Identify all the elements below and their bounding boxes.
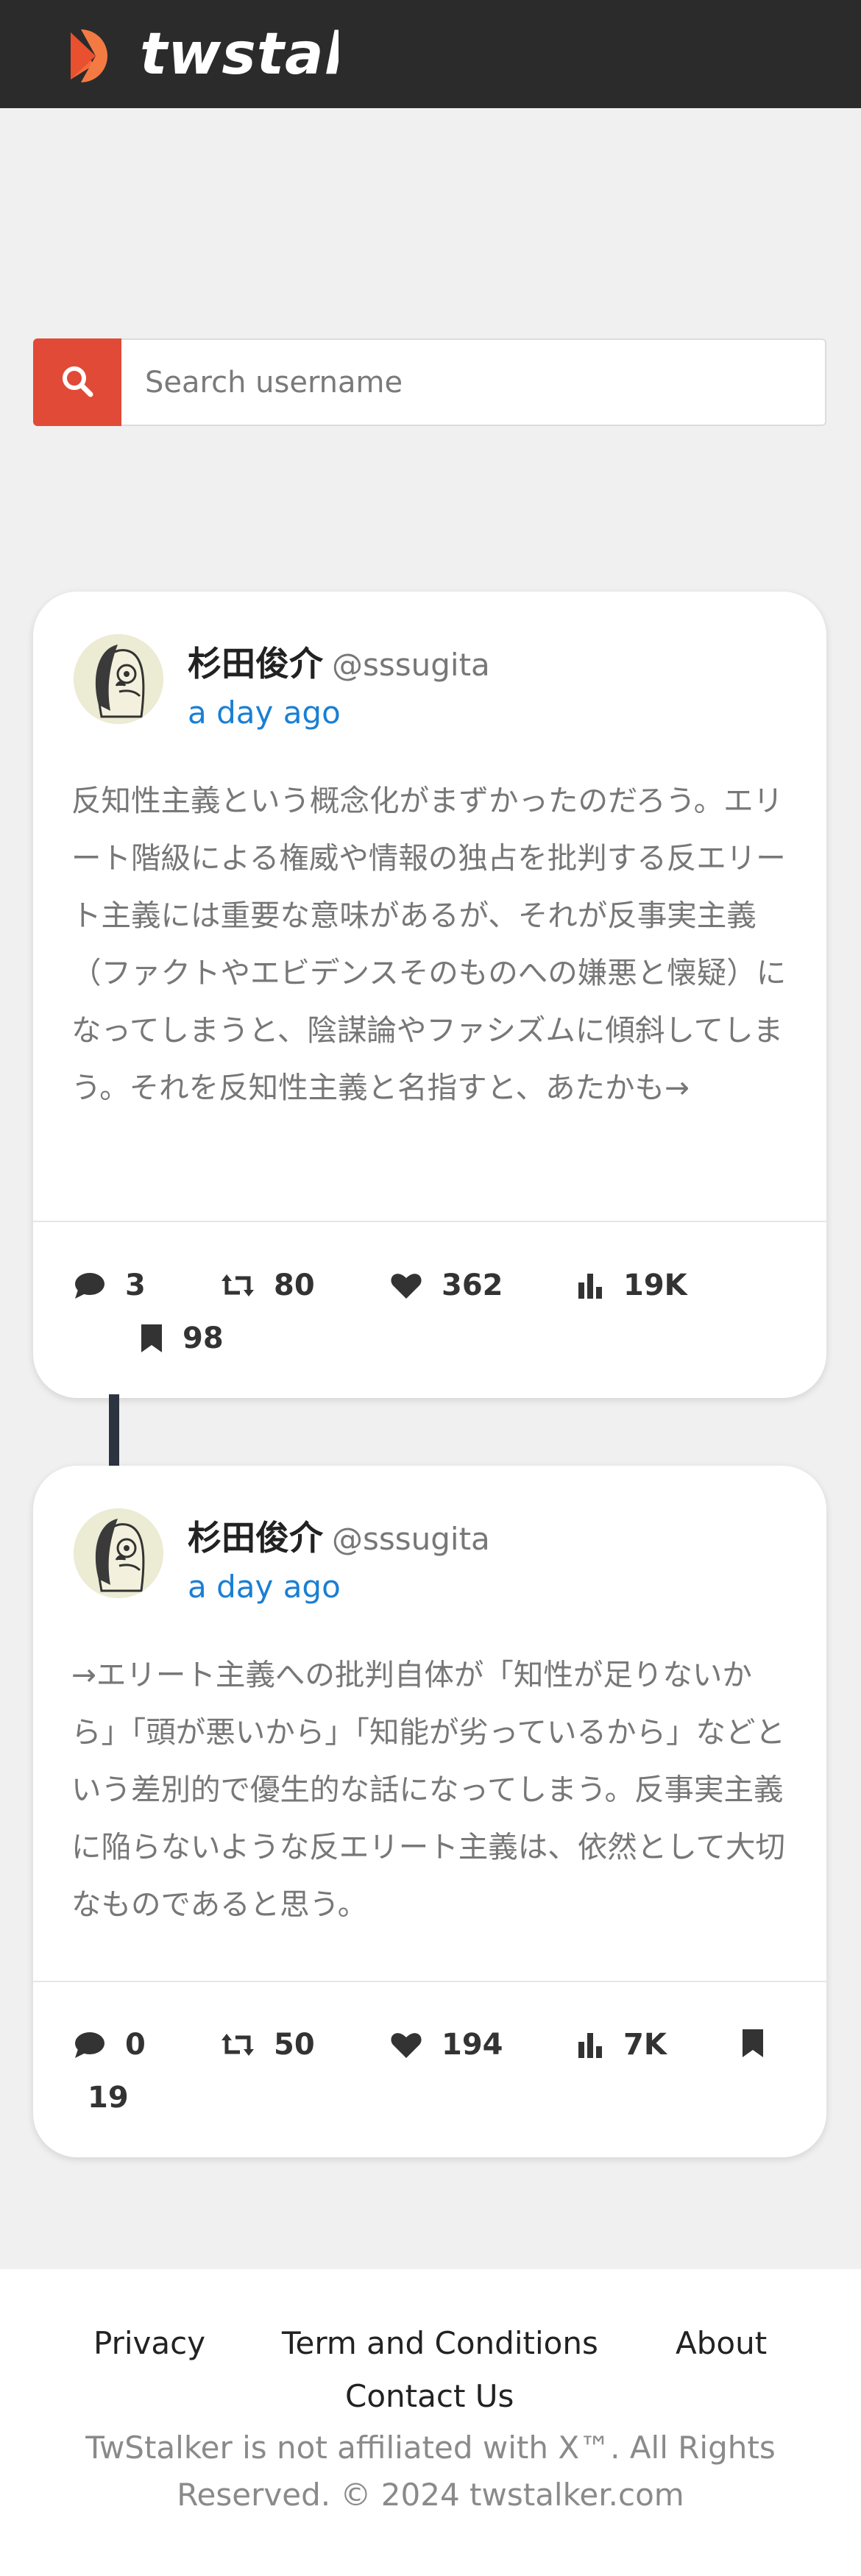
view-count-value: 7K xyxy=(623,2028,667,2062)
search-bar xyxy=(33,338,826,426)
user-handle: @sssugita xyxy=(332,1521,490,1557)
comment-icon xyxy=(74,1271,106,1300)
footer-link-about[interactable]: About xyxy=(676,2325,767,2361)
like-count[interactable]: 194 xyxy=(390,2028,503,2062)
retweet-icon xyxy=(221,2030,255,2059)
heart-icon xyxy=(390,2030,422,2059)
footer-link-terms[interactable]: Term and Conditions xyxy=(282,2325,598,2361)
search-icon xyxy=(61,365,93,400)
tweet-text: 反知性主義という概念化がまずかったのだろう。エリート階級による権威や情報の独占を… xyxy=(71,783,787,1105)
bookmark-button[interactable] xyxy=(741,2028,765,2059)
divider xyxy=(33,1981,826,1982)
reply-count-value: 0 xyxy=(125,2028,146,2062)
retweet-count-value: 50 xyxy=(274,2028,315,2062)
tweet-card: 杉田俊介 @sssugita a day ago 反知性主義という概念化がまずかっ… xyxy=(33,592,826,1398)
twstalker-logo-icon xyxy=(66,28,122,84)
bar-chart-icon xyxy=(578,2030,604,2059)
tweet-card: 杉田俊介 @sssugita a day ago →エリート主義への批判自体が「知… xyxy=(33,1466,826,2157)
bar-chart-icon xyxy=(578,1271,604,1300)
view-count[interactable]: 19K xyxy=(578,1269,687,1302)
bookmark-count[interactable]: 98 xyxy=(140,1321,224,1355)
view-count-value: 19K xyxy=(623,1269,687,1302)
avatar[interactable] xyxy=(74,1508,163,1598)
copyright-line-1: TwStalker is not affiliated with X™. All… xyxy=(85,2430,776,2466)
like-count[interactable]: 362 xyxy=(390,1269,503,1302)
footer-link-contact[interactable]: Contact Us xyxy=(345,2378,514,2414)
footer: Privacy Term and Conditions About Contac… xyxy=(0,2269,861,2576)
view-count[interactable]: 7K xyxy=(578,2028,667,2062)
retweet-icon xyxy=(221,1271,255,1300)
brand-name: twstalker xyxy=(140,24,339,85)
footer-link-privacy[interactable]: Privacy xyxy=(93,2325,205,2361)
user-name[interactable]: 杉田俊介 @sssugita xyxy=(188,1511,490,1560)
top-bar: twstalker xyxy=(0,0,861,108)
retweet-count[interactable]: 80 xyxy=(221,1269,315,1302)
tweet-timestamp[interactable]: a day ago xyxy=(188,1569,341,1605)
reply-count[interactable]: 3 xyxy=(74,1269,146,1302)
copyright-line-2: Reserved. © 2024 twstalker.com xyxy=(177,2477,684,2513)
bookmark-icon xyxy=(741,2028,765,2059)
display-name: 杉田俊介 xyxy=(188,644,323,684)
bookmark-count-value: 98 xyxy=(183,1321,224,1355)
tweet-timestamp[interactable]: a day ago xyxy=(188,695,341,731)
user-name[interactable]: 杉田俊介 @sssugita xyxy=(188,637,490,686)
retweet-count[interactable]: 50 xyxy=(221,2028,315,2062)
heart-icon xyxy=(390,1271,422,1300)
thread-connector xyxy=(109,1394,119,1475)
reply-count-value: 3 xyxy=(125,1269,146,1302)
bookmark-count-value: 19 xyxy=(88,2081,129,2115)
search-input[interactable] xyxy=(121,338,826,426)
bookmark-icon xyxy=(140,1323,163,1354)
like-count-value: 194 xyxy=(442,2028,503,2062)
search-button[interactable] xyxy=(33,338,121,426)
divider xyxy=(33,1221,826,1222)
reply-count[interactable]: 0 xyxy=(74,2028,146,2062)
comment-icon xyxy=(74,2030,106,2059)
site-logo[interactable]: twstalker xyxy=(66,24,339,85)
retweet-count-value: 80 xyxy=(274,1269,315,1302)
like-count-value: 362 xyxy=(442,1269,503,1302)
tweet-text: →エリート主義への批判自体が「知性が足りないから」「頭が悪いから」「知能が劣って… xyxy=(71,1657,785,1922)
display-name: 杉田俊介 xyxy=(188,1518,323,1558)
avatar[interactable] xyxy=(74,634,163,724)
bookmark-count: 19 xyxy=(88,2081,129,2115)
user-handle: @sssugita xyxy=(332,647,490,683)
